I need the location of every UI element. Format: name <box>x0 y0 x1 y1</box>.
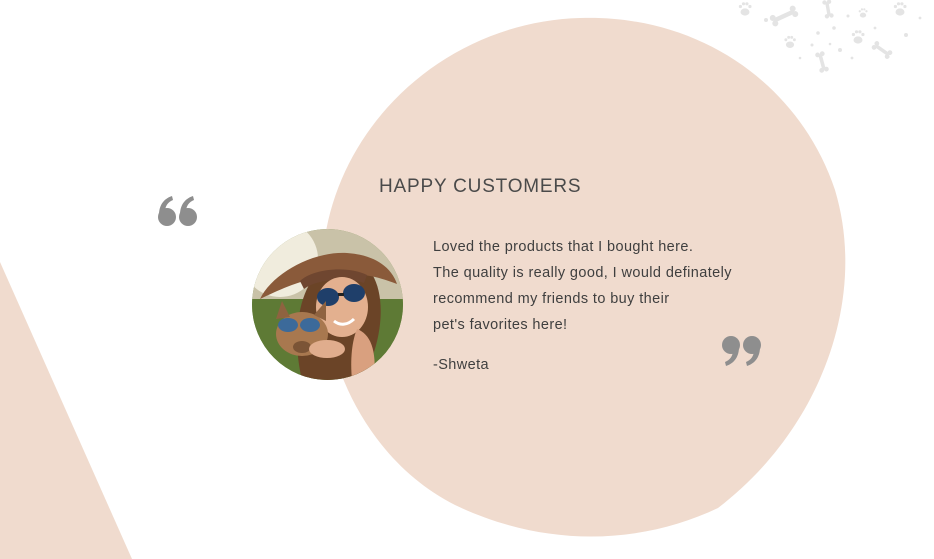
customer-photo <box>252 229 403 380</box>
testimonial-quote: Loved the products that I bought here. T… <box>433 234 732 338</box>
testimonial-section: HAPPY CUSTOMERS Loved the products that … <box>0 0 934 559</box>
customer-avatar <box>252 229 403 380</box>
quote-line: pet's favorites here! <box>433 317 568 333</box>
background-triangle <box>0 262 132 559</box>
paw-bone-pattern <box>738 0 922 73</box>
section-title: HAPPY CUSTOMERS <box>379 176 582 197</box>
testimonial-author: -Shweta <box>433 357 489 373</box>
quote-close-icon <box>722 336 761 366</box>
quote-open-icon <box>158 196 197 226</box>
quote-line: Loved the products that I bought here. <box>433 239 694 255</box>
quote-line: recommend my friends to buy their <box>433 291 670 307</box>
quote-line: The quality is really good, I would defi… <box>433 265 732 281</box>
